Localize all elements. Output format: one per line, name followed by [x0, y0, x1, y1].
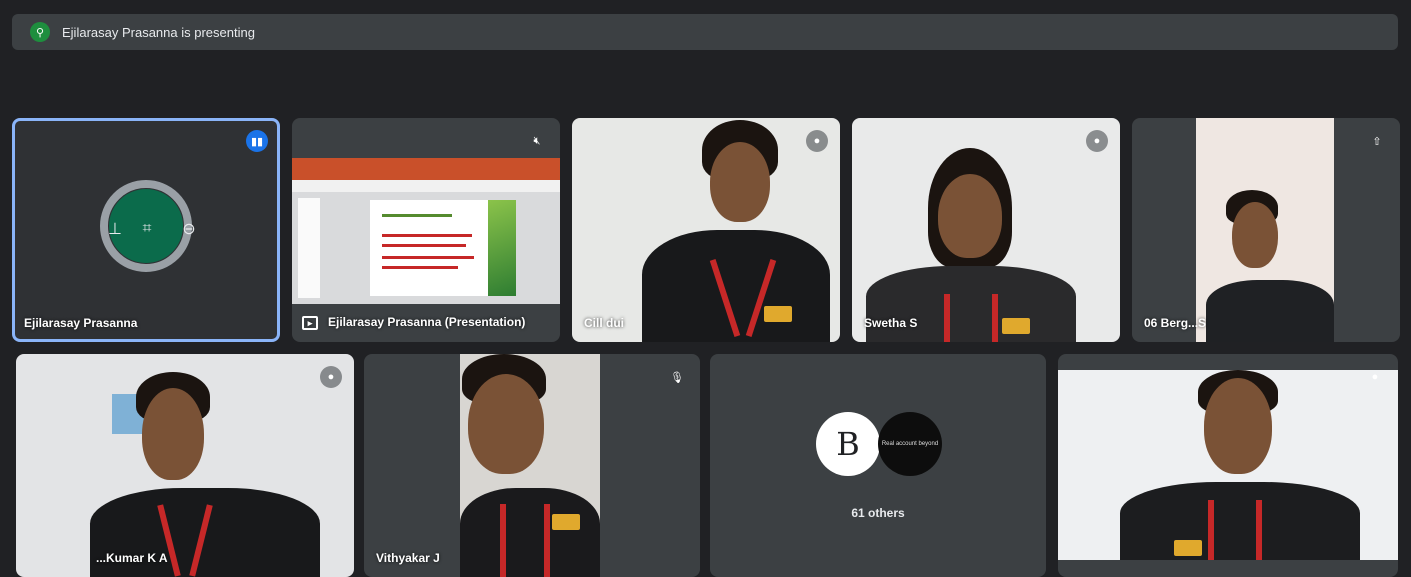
participant-tile[interactable]: ● ...Kumar K A: [16, 354, 354, 577]
presentation-tile[interactable]: 🔇︎ ▸ Ejilarasay Prasanna (Presentation): [292, 118, 560, 342]
mic-off-icon: 🔇︎: [533, 134, 541, 147]
remove-icon[interactable]: ⊖: [178, 218, 200, 240]
participant-video: [1058, 370, 1398, 560]
participant-name: Cill dui: [584, 316, 624, 330]
participant-tile[interactable]: 🎙︎ Vithyakar J: [364, 354, 700, 577]
participant-video: [460, 354, 600, 577]
others-tile[interactable]: B Real account beyond 61 others: [710, 354, 1046, 577]
pin-icon[interactable]: ⊥: [104, 218, 126, 240]
present-to-all-icon: ▸: [302, 316, 318, 330]
speaking-indicator-icon: ▮▮: [246, 130, 268, 152]
mic-icon: ⇧: [1372, 135, 1382, 148]
participant-tile[interactable]: ●: [1058, 354, 1398, 577]
participant-video: [16, 354, 354, 577]
presenting-text: Ejilarasay Prasanna is presenting: [62, 24, 255, 40]
participant-tile-self[interactable]: ▮▮ ⊥ ⌗ ⊖ Ejilarasay Prasanna: [12, 118, 280, 342]
others-count: 61 others: [851, 506, 905, 520]
participant-video: [572, 118, 840, 342]
participant-name: Swetha S: [864, 316, 918, 330]
mic-off-icon: ●: [806, 130, 828, 152]
participant-name: Ejilarasay Prasanna: [24, 316, 138, 330]
presentation-thumbnail: [292, 158, 560, 304]
mic-icon: 🎙︎: [670, 371, 684, 384]
presenting-banner: ⚲ Ejilarasay Prasanna is presenting: [12, 14, 1398, 50]
fullscreen-icon[interactable]: ⌗: [136, 218, 158, 240]
participant-video: [852, 118, 1120, 342]
avatar: Real account beyond: [878, 412, 942, 476]
participant-name: 06 Berg...S: [1144, 316, 1207, 330]
participant-name: ...Kumar K A: [96, 551, 168, 565]
participant-name: Vithyakar J: [376, 551, 440, 565]
mic-off-icon: ●: [1086, 130, 1108, 152]
participant-tile[interactable]: ● Cill dui: [572, 118, 840, 342]
avatar: B: [816, 412, 880, 476]
participant-tile[interactable]: ⇧ 06 Berg...S: [1132, 118, 1400, 342]
mic-off-icon: ●: [1371, 371, 1379, 383]
participant-tile[interactable]: ● Swetha S: [852, 118, 1120, 342]
participant-name: ▸ Ejilarasay Prasanna (Presentation): [302, 315, 525, 330]
pin-icon: ⚲: [30, 22, 50, 42]
mic-off-icon: ●: [320, 366, 342, 388]
participant-video: [1196, 118, 1334, 342]
